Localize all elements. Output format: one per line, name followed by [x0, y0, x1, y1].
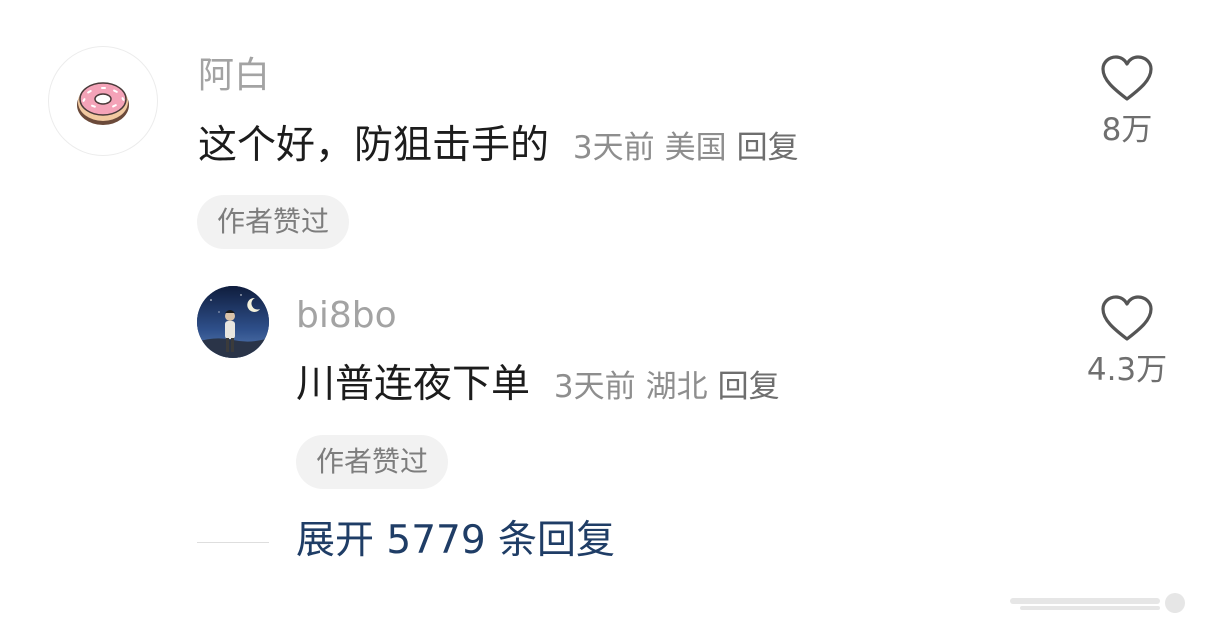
- expand-replies-link[interactable]: 展开 5779 条回复: [296, 521, 615, 560]
- comment-text: 这个好，防狙击手的: [198, 123, 550, 168]
- watermark-logo: [1010, 593, 1185, 613]
- like-button[interactable]: 8万: [1057, 55, 1197, 146]
- reply-time: 3天前: [553, 369, 636, 405]
- reply-author-liked-badge: 作者赞过: [296, 435, 449, 489]
- replier-username[interactable]: bi8bo: [296, 298, 397, 334]
- reply-reply-button[interactable]: 回复: [718, 369, 780, 405]
- reply-like-button[interactable]: 4.3万: [1057, 295, 1197, 386]
- commenter-username[interactable]: 阿白: [198, 58, 270, 94]
- author-liked-badge: 作者赞过: [197, 195, 350, 249]
- reply-text: 川普连夜下单: [296, 362, 531, 407]
- comment-row: 这个好，防狙击手的 3天前 美国 回复: [198, 126, 799, 165]
- comment-location: 美国: [664, 130, 727, 166]
- donut-icon: [77, 82, 129, 125]
- heart-icon[interactable]: [1100, 55, 1154, 103]
- comment-time: 3天前: [572, 130, 655, 166]
- heart-icon[interactable]: [1100, 295, 1154, 343]
- night-sky-person-avatar: [197, 286, 269, 358]
- like-count: 8万: [1101, 112, 1153, 148]
- reply-button[interactable]: 回复: [737, 130, 799, 166]
- expand-divider: [197, 542, 269, 543]
- replier-avatar[interactable]: [197, 286, 269, 358]
- reply-like-count: 4.3万: [1086, 352, 1168, 388]
- commenter-avatar[interactable]: [48, 46, 158, 156]
- reply-row: 川普连夜下单 3天前 湖北 回复: [296, 365, 780, 404]
- reply-location: 湖北: [645, 369, 708, 405]
